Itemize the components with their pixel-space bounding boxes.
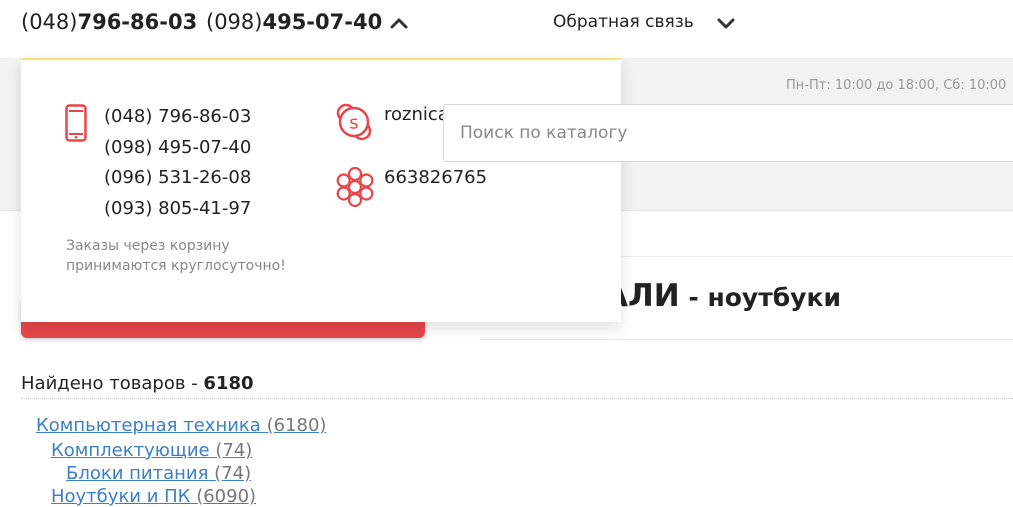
phone-1-number: 796-86-03 <box>77 10 198 34</box>
category-name: Комплектующие <box>51 440 210 461</box>
chevron-up-icon[interactable] <box>389 13 409 37</box>
order-note-line: принимаются круглосуточно! <box>66 258 286 274</box>
order-note: Заказы через корзину принимаются круглос… <box>66 236 366 276</box>
skype-icon: s <box>334 102 374 146</box>
phone-list: (048) 796-86-03 (098) 495-07-40 (096) 53… <box>104 102 251 224</box>
phone-1-code: (048) <box>21 10 78 34</box>
category-count: (74) <box>214 463 252 484</box>
category-count: (74) <box>215 440 253 461</box>
phone-2[interactable]: (098)495-07-40 <box>206 10 382 34</box>
icq-contact[interactable]: 663826765 <box>384 167 487 188</box>
mobile-phone-icon <box>65 104 87 146</box>
phone-1[interactable]: (048)796-86-03 <box>21 10 197 34</box>
icq-flower-icon <box>334 166 376 212</box>
popup-phone[interactable]: (096) 531-26-08 <box>104 163 251 194</box>
category-link-components[interactable]: Комплектующие (74) <box>51 440 252 461</box>
page-title-dash: - <box>679 283 708 312</box>
category-name: Блоки питания <box>66 463 209 484</box>
page-title: АЛИ - ноутбуки <box>604 278 841 314</box>
category-name: Компьютерная техника <box>36 415 261 436</box>
found-label: Найдено товаров - <box>21 373 204 394</box>
popup-phone[interactable]: (098) 495-07-40 <box>104 133 251 164</box>
search-input-overlay[interactable] <box>444 105 1013 161</box>
divider <box>480 339 1013 340</box>
svg-text:s: s <box>349 113 358 134</box>
found-number: 6180 <box>203 373 254 394</box>
popup-phone[interactable]: (048) 796-86-03 <box>104 102 251 133</box>
skype-contact[interactable]: roznica <box>384 104 449 125</box>
search-box-overlay[interactable] <box>443 104 1013 162</box>
popup-phone[interactable]: (093) 805-41-97 <box>104 194 251 225</box>
phone-2-code: (098) <box>206 10 263 34</box>
category-link-computers[interactable]: Компьютерная техника (6180) <box>36 415 326 436</box>
divider <box>21 398 1013 399</box>
page-title-sub: ноутбуки <box>707 283 841 312</box>
found-count: Найдено товаров - 6180 <box>21 373 254 394</box>
contacts-popup: (048) 796-86-03 (098) 495-07-40 (096) 53… <box>21 58 621 322</box>
order-note-line: Заказы через корзину <box>66 238 230 254</box>
chevron-down-icon[interactable] <box>716 14 736 38</box>
feedback-dropdown[interactable]: Обратная связь <box>553 12 694 32</box>
category-count: (6180) <box>266 415 327 436</box>
category-link-power-supplies[interactable]: Блоки питания (74) <box>66 463 251 484</box>
working-hours: Пн-Пт: 10:00 до 18:00, Сб: 10:00 <box>786 78 1007 93</box>
feedback-label: Обратная связь <box>553 12 694 32</box>
phone-2-number: 495-07-40 <box>262 10 383 34</box>
